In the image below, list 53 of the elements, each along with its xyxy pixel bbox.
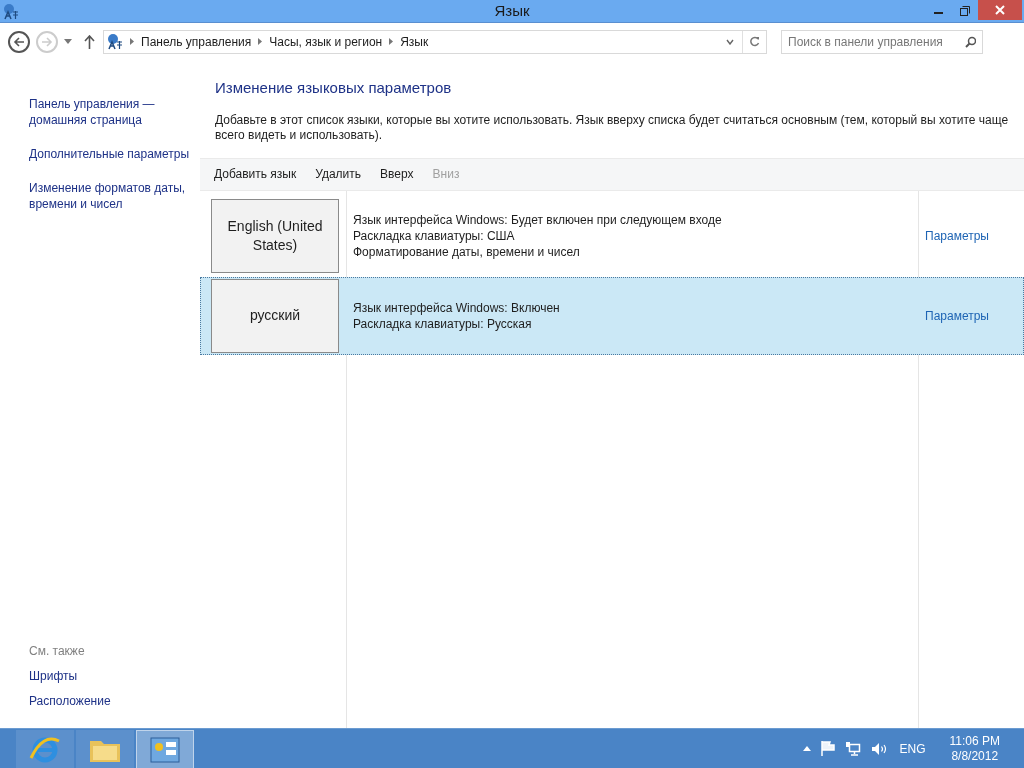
speaker-icon[interactable] <box>870 741 888 756</box>
taskbar-button[interactable] <box>16 729 74 768</box>
taskbar-button[interactable] <box>136 729 194 768</box>
toolbar-button[interactable]: Добавить язык <box>214 165 297 183</box>
sidebar-link[interactable]: Изменение форматов даты, времени и чисел <box>29 180 194 212</box>
toolbar-button[interactable]: Удалить <box>315 165 362 183</box>
page-heading: Изменение языковых параметров <box>215 78 453 98</box>
language-row[interactable]: English (United States) Язык интерфейса Windows: Будет включен при следующем входе Раскладка клавиатуры: США Форматирование даты, времени и чисел Параметры <box>200 196 1024 275</box>
sidebar-link[interactable]: Дополнительные параметры <box>29 146 194 162</box>
language-row[interactable]: русский Язык интерфейса Windows: Включен Раскладка клавиатуры: Русская Параметры <box>200 276 1024 355</box>
show-hidden-icons-icon[interactable] <box>802 746 811 751</box>
sidebar-link[interactable]: Шрифты <box>29 667 194 685</box>
language-tile[interactable]: русский <box>211 278 339 353</box>
back-button[interactable] <box>8 30 30 53</box>
language-detail: Раскладка клавиатуры: США <box>353 227 516 244</box>
close-button[interactable] <box>978 0 1022 20</box>
dropdown-icon[interactable] <box>64 39 72 44</box>
dropdown-icon[interactable] <box>726 38 734 45</box>
globe-icon <box>2 2 19 20</box>
language-detail: Раскладка клавиатуры: Русская <box>353 315 533 332</box>
options-link[interactable]: Параметры <box>925 306 989 325</box>
breadcrumb[interactable]: Панель управления <box>141 32 252 51</box>
taskbar-button[interactable] <box>76 729 134 768</box>
breadcrumb[interactable]: Часы, язык и регион <box>269 32 383 51</box>
language-tile[interactable]: English (United States) <box>211 198 339 273</box>
flag-icon[interactable] <box>820 741 835 756</box>
chevron-icon[interactable] <box>130 38 134 45</box>
forward-arrow-icon <box>41 36 53 47</box>
language-detail: Язык интерфейса Windows: Будет включен при следующем входе <box>353 211 723 228</box>
refresh-icon[interactable] <box>749 36 760 47</box>
search-icon <box>964 35 976 48</box>
window-title: Язык <box>493 0 531 21</box>
sidebar-link[interactable]: Панель управления — домашняя страница <box>29 96 194 128</box>
clock[interactable]: 11:06 PM 8/8/2012 <box>949 733 1000 764</box>
close-icon <box>995 5 1005 15</box>
breadcrumb[interactable]: Язык <box>400 32 429 51</box>
language-detail: Форматирование даты, времени и чисел <box>353 243 581 260</box>
chevron-icon[interactable] <box>389 38 394 45</box>
language-detail: Язык интерфейса Windows: Включен <box>353 299 561 316</box>
see-also-heading: См. также <box>29 643 86 660</box>
description-text: Добавьте в этот список языки, которые вы хотите использовать. Язык вверху списка будет считаться основным (тем, который вы хотите чаще всего видеть и использовать). <box>215 112 1010 143</box>
language-indicator[interactable]: ENG <box>899 739 926 758</box>
address-bar[interactable]: Панель управления Часы, язык и регион Язык <box>103 29 767 54</box>
chevron-icon[interactable] <box>258 38 263 45</box>
options-link[interactable]: Параметры <box>925 226 989 245</box>
toolbar-button[interactable]: Вверх <box>380 165 414 183</box>
sidebar-link[interactable]: Расположение <box>29 692 194 710</box>
globe-icon <box>106 33 123 50</box>
restore-icon <box>960 6 970 16</box>
back-arrow-icon <box>13 36 25 47</box>
up-arrow-icon[interactable] <box>84 34 95 49</box>
network-icon[interactable] <box>844 741 861 756</box>
search-field[interactable]: Поиск в панели управления <box>781 29 983 54</box>
